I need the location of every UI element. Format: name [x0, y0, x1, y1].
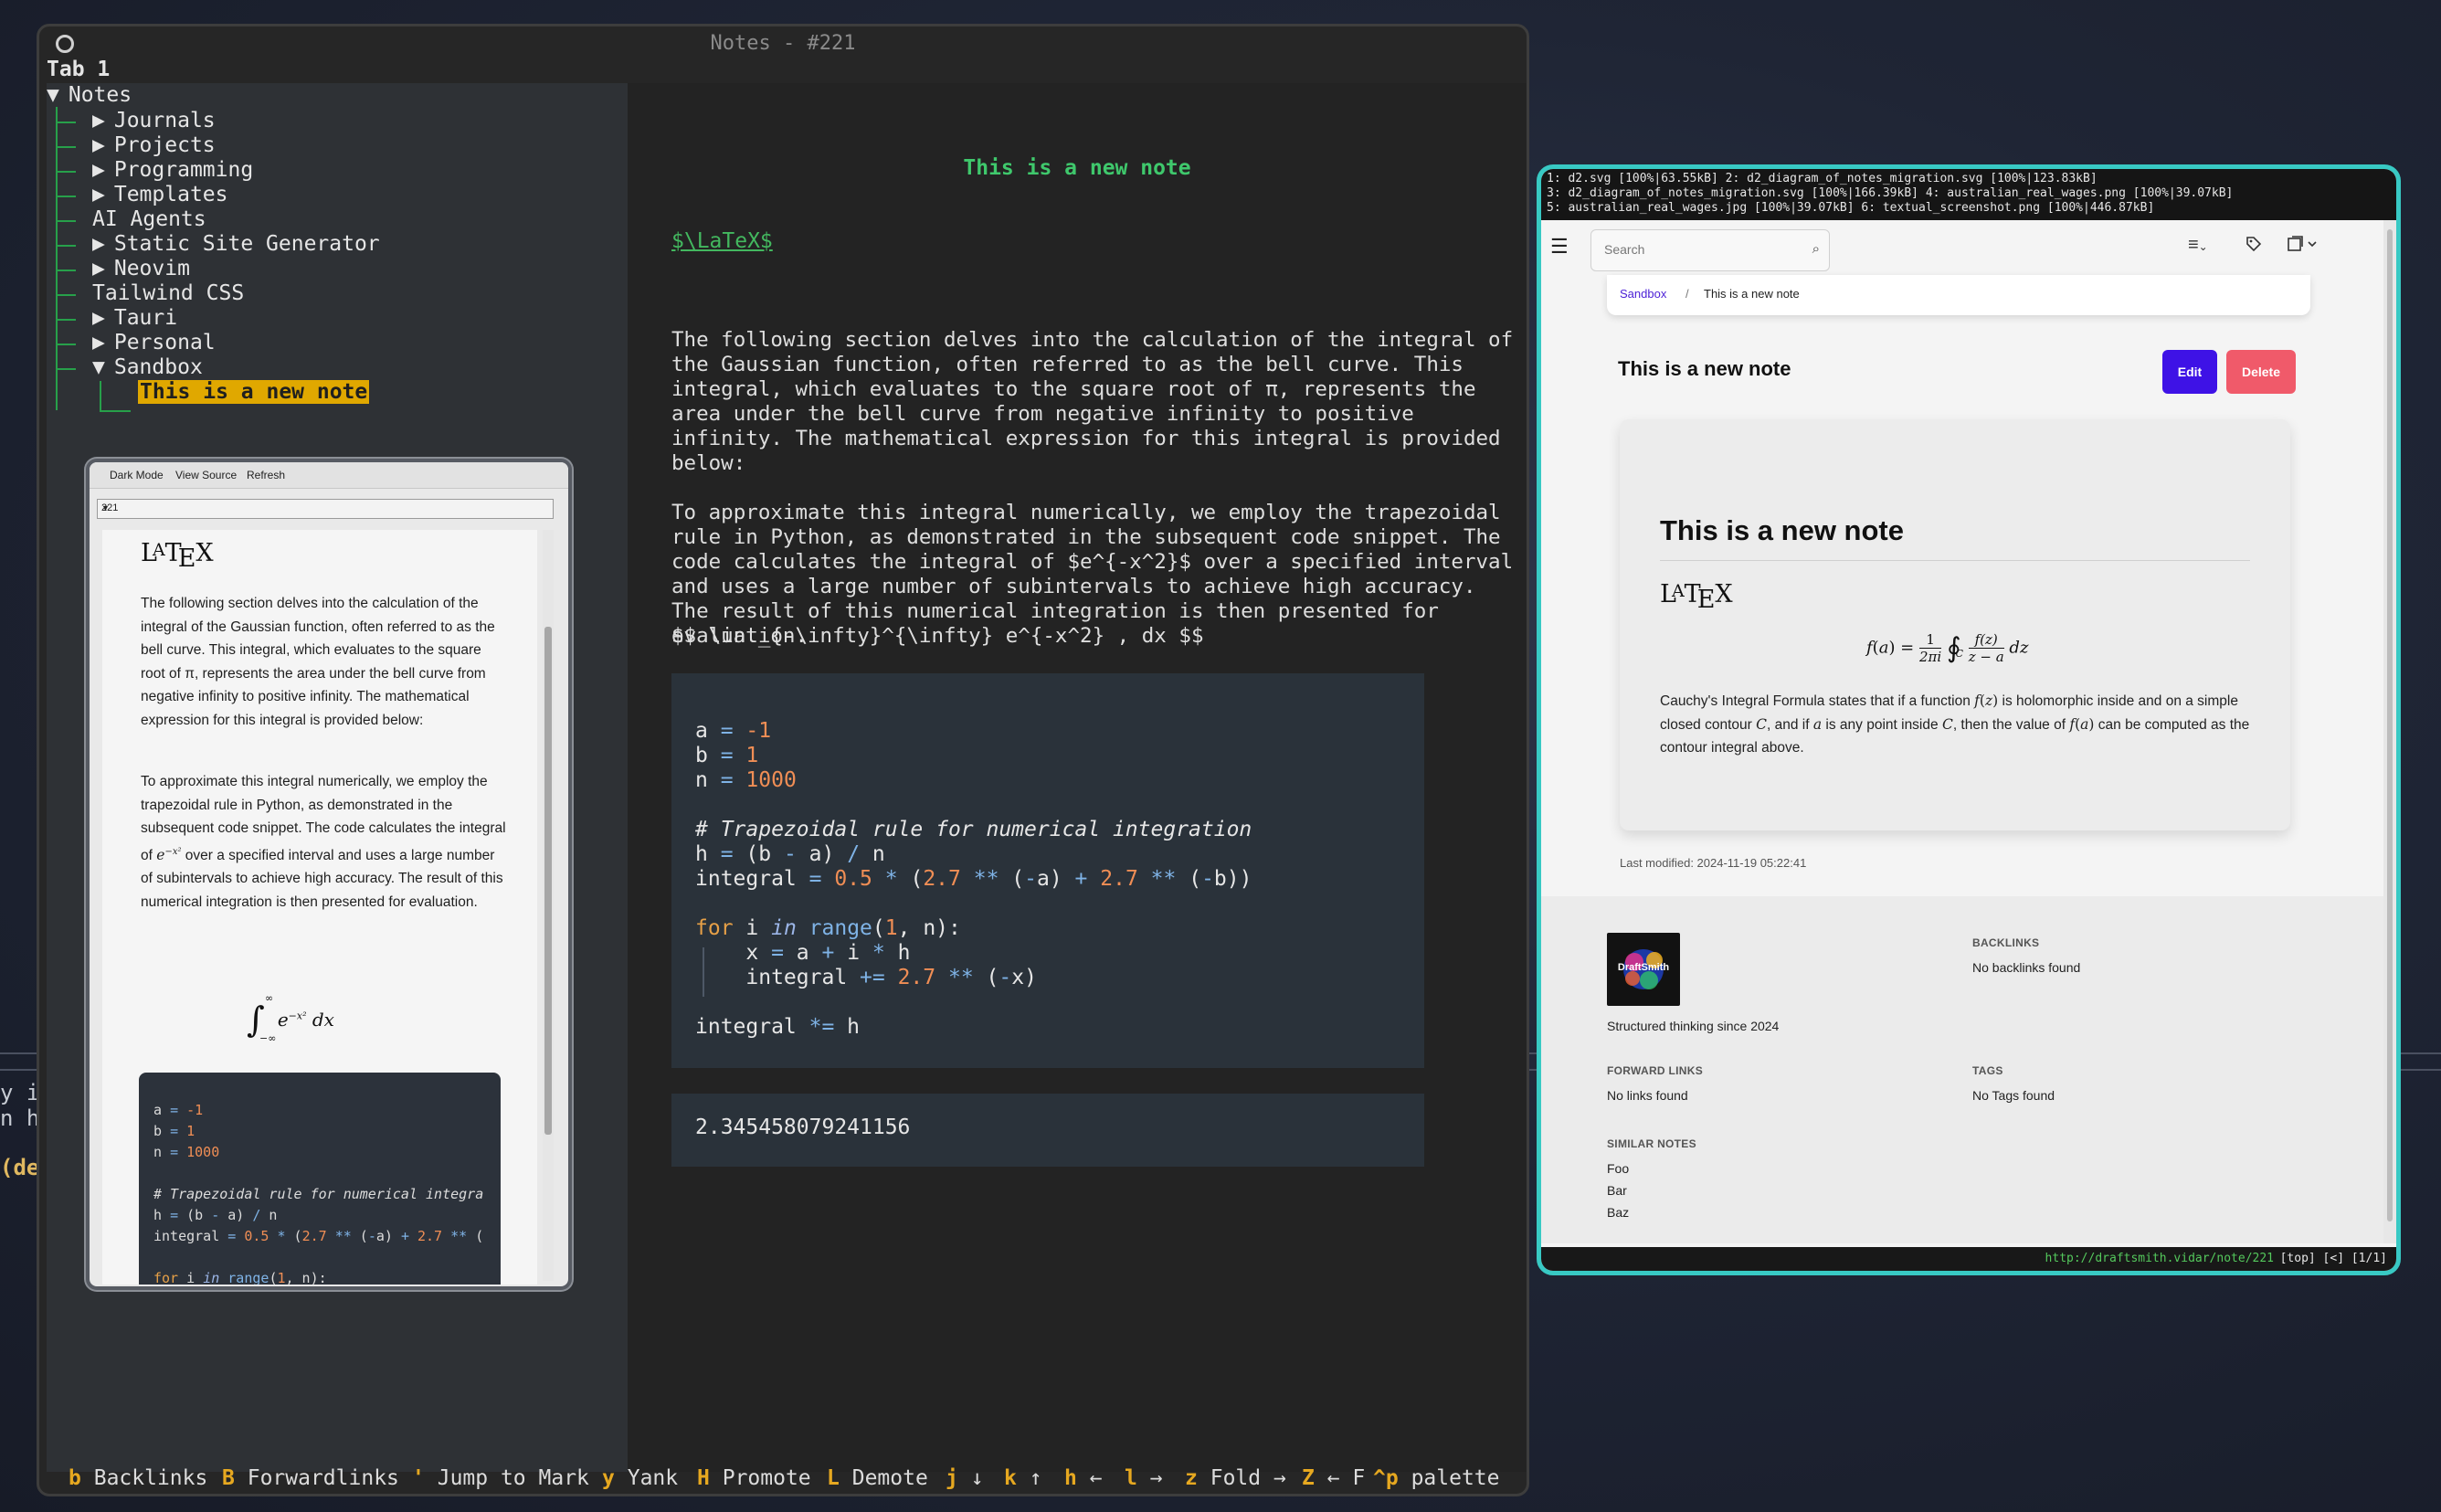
- preview-code-block: a = -1 b = 1 n = 1000 # Trapezoidal rule…: [139, 1073, 501, 1285]
- edit-button[interactable]: Edit: [2162, 350, 2217, 394]
- breadcrumb: Sandbox / This is a new note: [1607, 275, 2310, 315]
- scrollbar-thumb[interactable]: [544, 627, 552, 1135]
- menu-icon[interactable]: ☰: [1550, 235, 1569, 259]
- tab-line[interactable]: 5: australian_real_wages.jpg [100%|39.07…: [1547, 201, 2391, 216]
- page-title: This is a new note: [1618, 357, 1791, 380]
- web-page: ☰ Search ⌕ ≡⌄ Sandbox / This is a new no…: [1541, 220, 2383, 1243]
- latex-logo: LATEX: [1660, 580, 1733, 614]
- tags-heading: TAGS: [1972, 1064, 2003, 1077]
- gaussian-integral: ∫ ∞ −∞ e−x² dx: [247, 992, 334, 1044]
- forward-links-text: No links found: [1607, 1088, 1688, 1103]
- tree-guide-line: [100, 381, 101, 410]
- similar-note-link[interactable]: Baz: [1607, 1205, 1629, 1220]
- scrollbar-thumb[interactable]: [2387, 229, 2393, 1221]
- latex-logo: LATEX: [141, 539, 214, 573]
- status-url[interactable]: http://draftsmith.vidar/note/221: [2045, 1252, 2274, 1265]
- draftsmith-logo: DraftSmith: [1607, 933, 1680, 1006]
- code-output: 2.345458079241156: [671, 1094, 1424, 1167]
- divider: [1660, 560, 2250, 561]
- tree-connector: [56, 368, 76, 370]
- breadcrumb-sandbox[interactable]: Sandbox: [1620, 287, 1666, 301]
- tree-item-sandbox[interactable]: ▼ Sandbox: [92, 355, 203, 380]
- menu-view-source[interactable]: View Source: [175, 469, 237, 481]
- window-title: Notes - #221: [710, 32, 856, 55]
- tab-label[interactable]: Tab 1: [47, 58, 110, 81]
- keybinding-bar: b Backlinks B Forwardlinks ' Jump to Mar…: [69, 1466, 1500, 1490]
- code-block: a = -1 b = 1 n = 1000 # Trapezoidal rule…: [671, 673, 1424, 1068]
- tree-item-neovim[interactable]: ▶ Neovim: [92, 257, 190, 281]
- preview-window: Dark Mode View Source Refresh 221 ▼ LATEX…: [86, 459, 572, 1290]
- delete-button[interactable]: Delete: [2226, 350, 2296, 394]
- note-heading: This is a new note: [963, 156, 1191, 180]
- page-scrollbar[interactable]: [2383, 220, 2396, 1243]
- preview-paragraph: The following section delves into the ca…: [141, 596, 495, 728]
- tree-connector: [56, 245, 76, 247]
- tree-root[interactable]: ▼ Notes: [47, 83, 132, 108]
- tab-line[interactable]: 1: d2.svg [100%|63.55kB] 2: d2_diagram_o…: [1547, 172, 2391, 186]
- tree-item-tauri[interactable]: ▶ Tauri: [92, 306, 177, 331]
- backlinks-text: No backlinks found: [1972, 960, 2081, 975]
- preview-scrollbar[interactable]: [543, 530, 554, 1281]
- note-select[interactable]: 221 ▼: [97, 499, 554, 519]
- cauchy-formula: f(a) = 1 2πi ∮C f(z) z − a dz: [1866, 631, 2029, 665]
- tree-connector: [56, 146, 76, 148]
- page-footer: DraftSmith Structured thinking since 202…: [1541, 896, 2383, 1243]
- chevron-down-icon: ▼: [101, 503, 110, 513]
- note-paragraph: To approximate this integral numerically…: [671, 501, 1514, 648]
- tree-connector: [56, 122, 76, 123]
- new-note-icon[interactable]: [2287, 235, 2319, 259]
- tree-connector: [56, 344, 76, 345]
- tree-item-journals[interactable]: ▶ Journals: [92, 109, 216, 133]
- tree-item-templates[interactable]: ▶ Templates: [92, 183, 227, 207]
- similar-note-link[interactable]: Bar: [1607, 1183, 1627, 1198]
- tree-item-programming[interactable]: ▶ Programming: [92, 158, 253, 183]
- tab-line[interactable]: 3: d2_diagram_of_notes_migration.svg [10…: [1547, 186, 2391, 201]
- tagline: Structured thinking since 2024: [1607, 1019, 1780, 1033]
- latex-link[interactable]: $\LaTeX$: [671, 229, 773, 253]
- math-source: $$ \int_{-\infty}^{\infty} e^{-x^2} , dx…: [671, 624, 1204, 648]
- tree-connector: [56, 220, 76, 222]
- tree-connector: [56, 294, 76, 296]
- sort-icon[interactable]: ≡⌄: [2188, 235, 2208, 256]
- last-modified: Last modified: 2024-11-19 05:22:41: [1620, 856, 1807, 870]
- tree-connector: [56, 196, 76, 197]
- breadcrumb-current: This is a new note: [1704, 287, 1800, 301]
- tree-item-tailwind-css[interactable]: Tailwind CSS: [92, 281, 244, 306]
- tree-item-selected-note[interactable]: This is a new note: [138, 380, 370, 405]
- search-input[interactable]: Search ⌕: [1590, 229, 1830, 271]
- tree-connector: [100, 410, 131, 412]
- forward-links-heading: FORWARD LINKS: [1607, 1064, 1704, 1077]
- tree-connector: [56, 319, 76, 321]
- browser-statusbar: http://draftsmith.vidar/note/221 [top] […: [1541, 1247, 2396, 1271]
- status-position: [top] [<] [1/1]: [2279, 1252, 2387, 1265]
- menu-dark-mode[interactable]: Dark Mode: [110, 469, 164, 481]
- similar-notes-heading: SIMILAR NOTES: [1607, 1137, 1696, 1150]
- tree-guide-line: [56, 107, 58, 410]
- backlinks-heading: BACKLINKS: [1972, 936, 2040, 949]
- tags-text: No Tags found: [1972, 1088, 2055, 1103]
- preview-paragraph: To approximate this integral numerically…: [141, 774, 506, 910]
- browser-window: 1: d2.svg [100%|63.55kB] 2: d2_diagram_o…: [1537, 164, 2401, 1275]
- search-icon[interactable]: ⌕: [1812, 241, 1820, 257]
- tree-connector: [56, 171, 76, 173]
- tag-icon[interactable]: [2245, 235, 2263, 259]
- tree-item-static-site-generator[interactable]: ▶ Static Site Generator: [92, 232, 380, 257]
- browser-tab-list: 1: d2.svg [100%|63.55kB] 2: d2_diagram_o…: [1541, 169, 2396, 220]
- tree-item-personal[interactable]: ▶ Personal: [92, 331, 216, 355]
- note-card: This is a new note LATEX f(a) = 1 2πi ∮C …: [1620, 419, 2290, 830]
- tree-item-projects[interactable]: ▶ Projects: [92, 133, 216, 158]
- preview-menubar: Dark Mode View Source Refresh: [90, 462, 568, 489]
- tree-connector: [56, 270, 76, 271]
- site-header: ☰ Search ⌕ ≡⌄: [1541, 220, 2383, 275]
- card-paragraph: Cauchy's Integral Formula states that if…: [1660, 693, 2250, 756]
- card-title: This is a new note: [1660, 514, 1904, 546]
- similar-note-link[interactable]: Foo: [1607, 1161, 1629, 1176]
- preview-content: LATEX The following section delves into …: [102, 530, 537, 1285]
- tree-item-ai-agents[interactable]: AI Agents: [92, 207, 206, 232]
- menu-refresh[interactable]: Refresh: [247, 469, 285, 481]
